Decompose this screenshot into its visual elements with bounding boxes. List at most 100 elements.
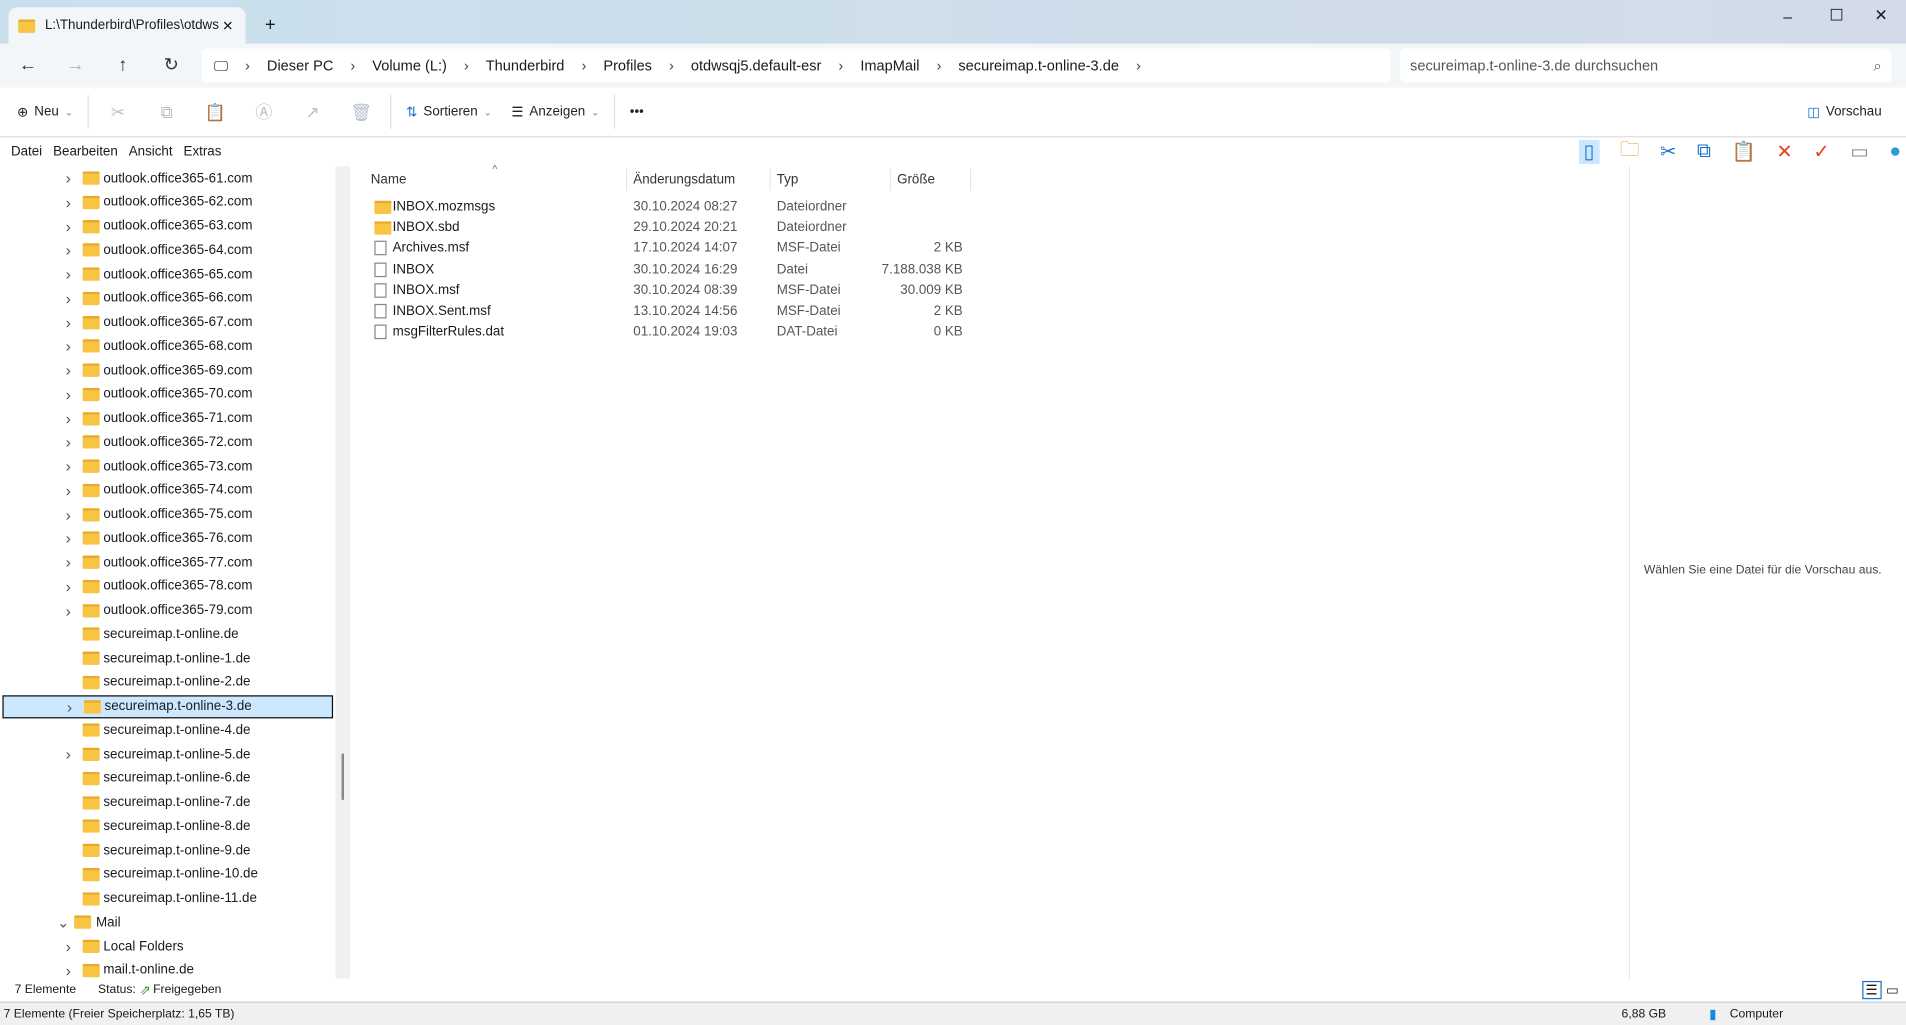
column-header-date[interactable]: Änderungsdatum bbox=[627, 168, 771, 191]
tree-item[interactable]: secureimap.t-online-1.de bbox=[2, 647, 333, 670]
tree-item[interactable]: secureimap.t-online.de bbox=[2, 623, 333, 646]
tree-item[interactable]: › Local Folders bbox=[2, 935, 333, 958]
menu-edit[interactable]: Bearbeiten bbox=[53, 145, 118, 160]
tab-current[interactable]: L:\Thunderbird\Profiles\otdws ✕ bbox=[8, 7, 246, 44]
tree-item[interactable]: › outlook.office365-79.com bbox=[2, 599, 333, 622]
menu-file[interactable]: Datei bbox=[11, 145, 42, 160]
chevron-right-icon[interactable]: › bbox=[66, 313, 71, 331]
file-row[interactable]: INBOX.mozmsgs 30.10.2024 08:27 Dateiordn… bbox=[372, 197, 980, 218]
chevron-right-icon[interactable]: › bbox=[66, 361, 71, 379]
tree-item[interactable]: › outlook.office365-71.com bbox=[2, 407, 333, 430]
file-row[interactable]: INBOX 30.10.2024 16:29 Datei 7.188.038 K… bbox=[372, 260, 980, 281]
tree-item[interactable]: secureimap.t-online-8.de bbox=[2, 815, 333, 838]
tree-item[interactable]: secureimap.t-online-11.de bbox=[2, 887, 333, 910]
tree-item[interactable]: › outlook.office365-69.com bbox=[2, 359, 333, 382]
share-icon[interactable]: ↗ bbox=[288, 101, 337, 122]
file-row[interactable]: INBOX.sbd 29.10.2024 20:21 Dateiordner bbox=[372, 218, 980, 239]
copy-icon[interactable]: ⧉ bbox=[142, 101, 191, 122]
tree-item[interactable]: › outlook.office365-67.com bbox=[2, 311, 333, 334]
tree-item[interactable]: › outlook.office365-77.com bbox=[2, 551, 333, 574]
forward-icon[interactable]: → bbox=[63, 53, 87, 77]
chevron-right-icon[interactable]: › bbox=[66, 409, 71, 427]
close-button[interactable]: ✕ bbox=[1874, 6, 1887, 25]
delete-icon[interactable]: 🗑 bbox=[337, 101, 386, 122]
details-view-icon[interactable]: ☰ bbox=[1861, 980, 1882, 999]
tree-item[interactable]: ⌄ Mail bbox=[2, 911, 333, 934]
tree-item[interactable]: › outlook.office365-65.com bbox=[2, 263, 333, 286]
chevron-right-icon[interactable]: › bbox=[66, 529, 71, 547]
tree-item[interactable]: › outlook.office365-74.com bbox=[2, 479, 333, 502]
chevron-right-icon[interactable]: › bbox=[66, 553, 71, 571]
chevron-right-icon[interactable]: › bbox=[66, 505, 71, 523]
file-row[interactable]: INBOX.Sent.msf 13.10.2024 14:56 MSF-Date… bbox=[372, 301, 980, 322]
breadcrumb-item[interactable]: Volume (L:) bbox=[372, 57, 447, 74]
tree-item[interactable]: secureimap.t-online-2.de bbox=[2, 671, 333, 694]
chevron-right-icon[interactable]: › bbox=[66, 385, 71, 403]
chevron-right-icon[interactable]: › bbox=[66, 193, 71, 211]
chevron-right-icon[interactable]: › bbox=[66, 433, 71, 451]
tree-item[interactable]: › outlook.office365-62.com bbox=[2, 191, 333, 214]
tree-item[interactable]: secureimap.t-online-9.de bbox=[2, 839, 333, 862]
tree-scrollbar-thumb[interactable] bbox=[341, 753, 345, 800]
breadcrumb-item[interactable]: Dieser PC bbox=[267, 57, 333, 74]
preview-button[interactable]: ◫ Vorschau bbox=[1797, 104, 1891, 120]
tree-item[interactable]: secureimap.t-online-6.de bbox=[2, 767, 333, 790]
tree-item[interactable]: › secureimap.t-online-3.de bbox=[2, 694, 334, 718]
tab-close-button[interactable]: ✕ bbox=[222, 18, 233, 34]
pane-toggle-icon[interactable]: ▯ bbox=[1578, 139, 1600, 165]
paste-icon[interactable]: 📋 bbox=[191, 101, 240, 122]
up-icon[interactable]: ↑ bbox=[111, 53, 135, 77]
globe-icon[interactable]: ● bbox=[1889, 141, 1901, 163]
rename-icon[interactable]: Ⓐ bbox=[240, 100, 289, 124]
new-tab-button[interactable]: + bbox=[265, 15, 276, 36]
chevron-right-icon[interactable]: › bbox=[66, 241, 71, 259]
checkmark-icon[interactable]: ✓ bbox=[1813, 140, 1829, 164]
breadcrumb-item[interactable]: secureimap.t-online-3.de bbox=[958, 57, 1119, 74]
refresh-icon[interactable]: ↻ bbox=[159, 53, 183, 77]
chevron-right-icon[interactable]: › bbox=[66, 937, 71, 955]
tree-item[interactable]: › secureimap.t-online-5.de bbox=[2, 743, 333, 766]
cut-icon[interactable]: ✂ bbox=[94, 101, 143, 122]
tree-item[interactable]: › outlook.office365-72.com bbox=[2, 431, 333, 454]
paste-icon[interactable]: 📋 bbox=[1732, 140, 1756, 164]
tree-item[interactable]: › outlook.office365-78.com bbox=[2, 575, 333, 598]
folder-check-icon[interactable]: 🗀 bbox=[1620, 136, 1639, 169]
chevron-right-icon[interactable]: › bbox=[66, 457, 71, 475]
chevron-right-icon[interactable]: › bbox=[66, 337, 71, 355]
maximize-button[interactable]: ☐ bbox=[1829, 6, 1843, 25]
chevron-right-icon[interactable]: › bbox=[66, 961, 71, 978]
more-button[interactable]: ••• bbox=[620, 105, 654, 120]
file-row[interactable]: INBOX.msf 30.10.2024 08:39 MSF-Datei 30.… bbox=[372, 281, 980, 302]
chevron-right-icon[interactable]: › bbox=[67, 697, 72, 715]
tree-item[interactable]: › outlook.office365-73.com bbox=[2, 455, 333, 478]
breadcrumb-item[interactable]: Profiles bbox=[603, 57, 652, 74]
tree-item[interactable]: › outlook.office365-70.com bbox=[2, 383, 333, 406]
chevron-right-icon[interactable]: › bbox=[66, 601, 71, 619]
menu-extras[interactable]: Extras bbox=[184, 145, 222, 160]
search-input[interactable]: secureimap.t-online-3.de durchsuchen ⌕ bbox=[1400, 48, 1892, 83]
sort-button[interactable]: ⇅ Sortieren ⌄ bbox=[396, 104, 501, 120]
tree-scrollbar[interactable] bbox=[335, 166, 351, 979]
cut-icon[interactable]: ✂ bbox=[1660, 140, 1676, 164]
file-row[interactable]: Archives.msf 17.10.2024 14:07 MSF-Datei … bbox=[372, 239, 980, 260]
menu-view[interactable]: Ansicht bbox=[129, 145, 173, 160]
tree-item[interactable]: › outlook.office365-75.com bbox=[2, 503, 333, 526]
back-icon[interactable]: ← bbox=[16, 53, 40, 77]
tree-item[interactable]: › outlook.office365-66.com bbox=[2, 287, 333, 310]
tree-item[interactable]: › outlook.office365-63.com bbox=[2, 215, 333, 238]
tree-item[interactable]: › outlook.office365-61.com bbox=[2, 167, 333, 190]
chevron-right-icon[interactable]: › bbox=[66, 217, 71, 235]
tiles-view-icon[interactable]: ▭ bbox=[1886, 982, 1899, 998]
tree-item[interactable]: › mail.t-online.de bbox=[2, 959, 333, 978]
tree-item[interactable]: › outlook.office365-68.com bbox=[2, 335, 333, 358]
column-header-type[interactable]: Typ bbox=[771, 168, 892, 191]
properties-icon[interactable]: ▭ bbox=[1850, 140, 1868, 164]
column-header-name[interactable]: Name bbox=[365, 168, 628, 191]
chevron-down-icon[interactable]: ⌄ bbox=[57, 914, 69, 931]
chevron-right-icon[interactable]: › bbox=[66, 289, 71, 307]
chevron-right-icon[interactable]: › bbox=[66, 481, 71, 499]
minimize-button[interactable]: – bbox=[1783, 7, 1792, 25]
delete-x-icon[interactable]: ✕ bbox=[1776, 140, 1792, 164]
view-button[interactable]: ☰ Anzeigen ⌄ bbox=[502, 104, 610, 120]
breadcrumb-item[interactable]: Thunderbird bbox=[486, 57, 565, 74]
